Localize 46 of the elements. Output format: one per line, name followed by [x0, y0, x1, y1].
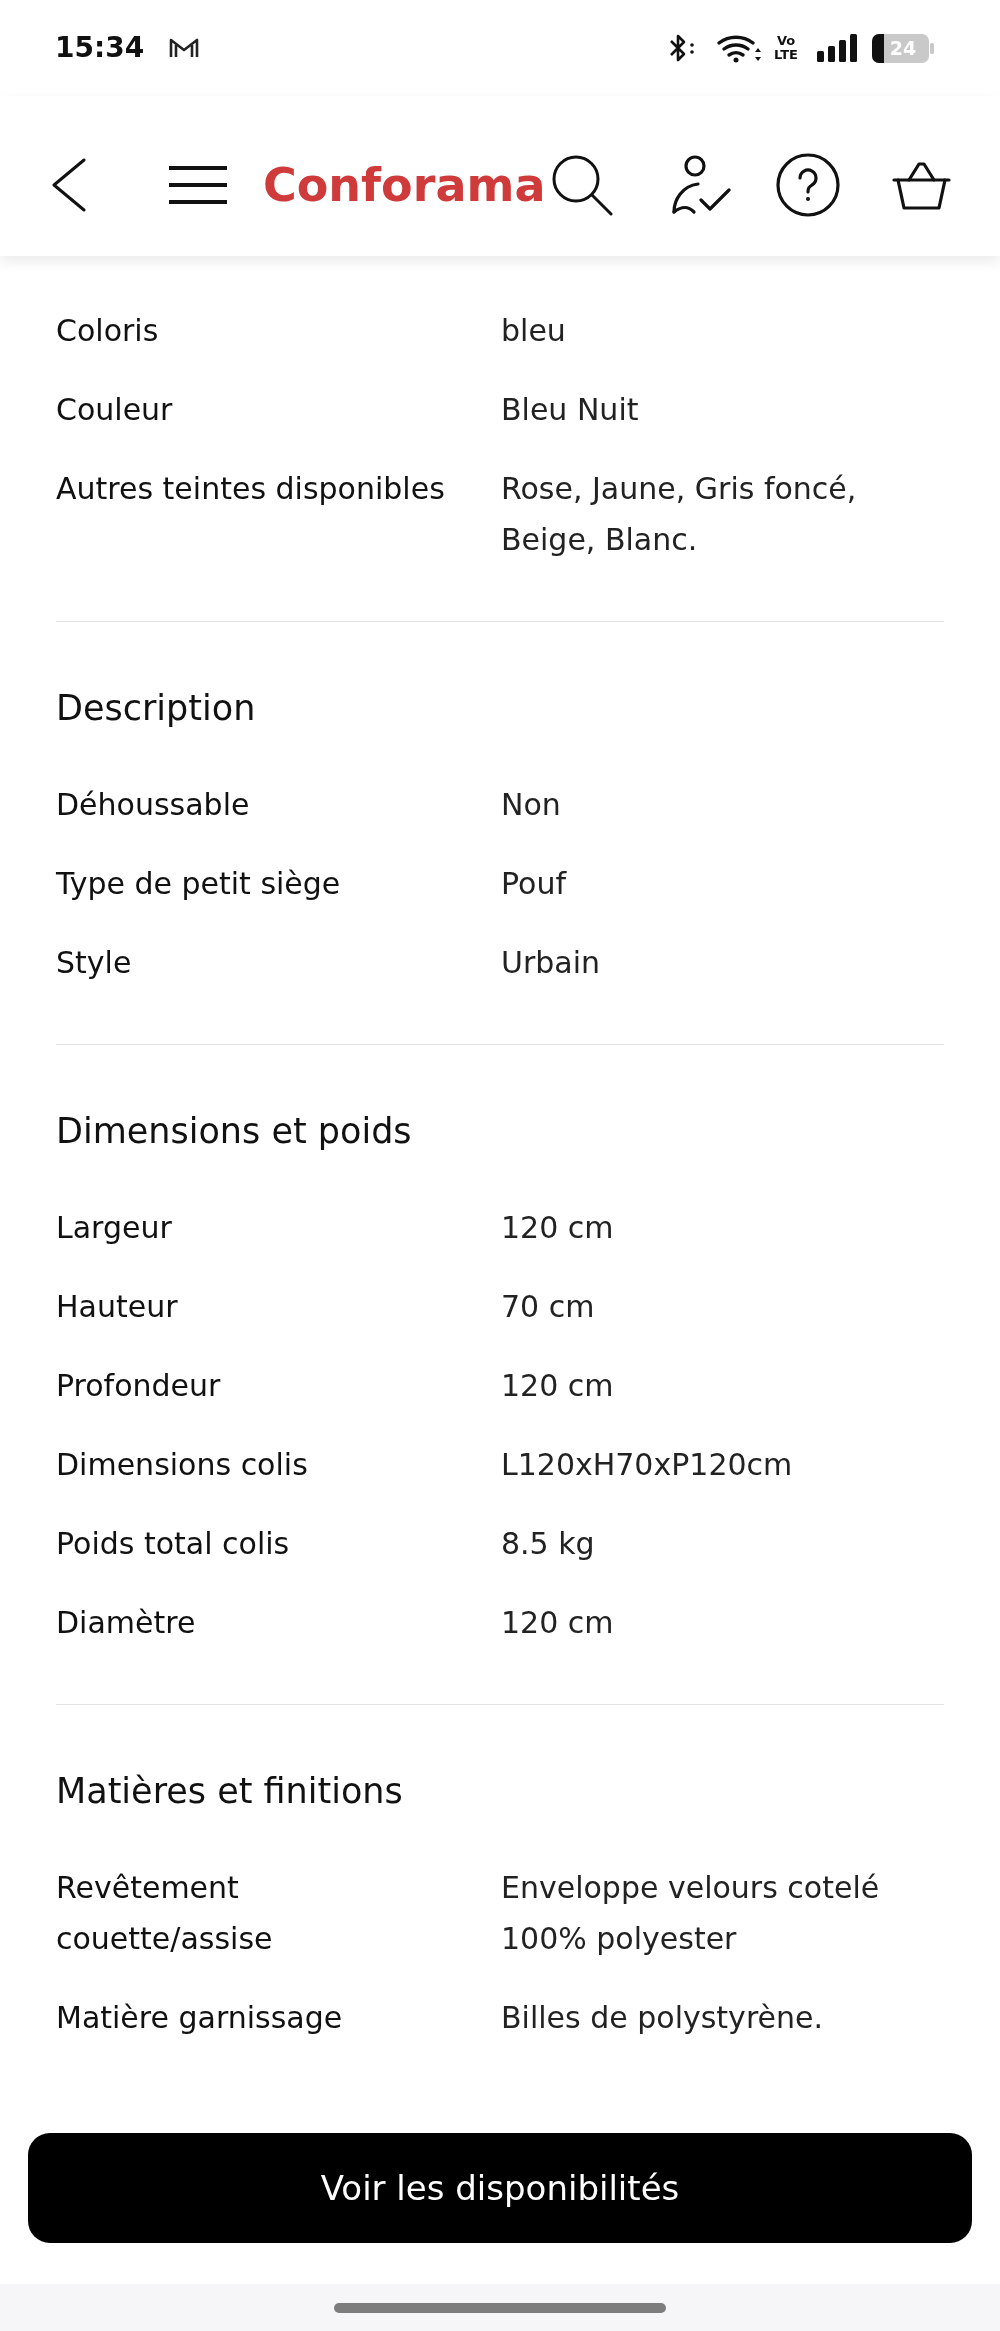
- network-type-label: Vo: [776, 34, 796, 48]
- signal-icon: [817, 34, 859, 62]
- spec-label: Couleur: [56, 391, 174, 429]
- section-title: Matières et finitions: [56, 1770, 404, 1813]
- spec-label: Style: [56, 944, 133, 982]
- spec-value: 120 cm: [501, 1604, 615, 1642]
- spec-label: Hauteur: [56, 1288, 179, 1326]
- spec-value: Pouf: [501, 865, 568, 903]
- wifi-icon: [716, 33, 764, 63]
- spec-value: bleu: [501, 312, 567, 350]
- user-check-icon[interactable]: [669, 154, 731, 216]
- spec-value: 120 cm: [501, 1367, 615, 1405]
- menu-icon[interactable]: [169, 166, 227, 204]
- spec-value: Urbain: [501, 944, 602, 982]
- spec-label: Poids total colis: [56, 1525, 291, 1563]
- spec-value: 8.5 kg: [501, 1525, 596, 1563]
- spec-label: Profondeur: [56, 1367, 222, 1405]
- basket-icon[interactable]: [892, 160, 951, 210]
- spec-label: Autres teintes disponibles: [56, 470, 446, 508]
- spec-label: Revêtement couette/assise: [56, 1869, 274, 1958]
- mail-icon: [169, 37, 200, 59]
- network-type-label: LTE: [774, 48, 798, 62]
- battery-icon: [872, 33, 934, 63]
- spec-label: Coloris: [56, 312, 160, 350]
- logo-text: Conforama: [263, 162, 546, 208]
- spec-value: L120xH70xP120cm: [501, 1446, 794, 1484]
- spec-value: 70 cm: [501, 1288, 596, 1326]
- availability-button[interactable]: Voir les disponibilités: [28, 2133, 972, 2243]
- spec-value: Bleu Nuit: [501, 391, 640, 429]
- section-title: Description: [56, 687, 257, 730]
- spec-value: Non: [501, 786, 562, 824]
- spec-value: Billes de polystyrène.: [501, 1999, 825, 2037]
- spec-label: Type de petit siège: [56, 865, 342, 903]
- spec-value: Enveloppe velours cotelé 100% polyester: [501, 1869, 881, 1958]
- spec-label: Diamètre: [56, 1604, 197, 1642]
- help-icon[interactable]: [776, 153, 840, 217]
- spec-value: Rose, Jaune, Gris foncé, Beige, Blanc.: [501, 470, 858, 559]
- section-title: Dimensions et poids: [56, 1110, 413, 1153]
- spec-label: Déhoussable: [56, 786, 251, 824]
- spec-label: Largeur: [56, 1209, 173, 1247]
- spec-label: Dimensions colis: [56, 1446, 309, 1484]
- search-icon[interactable]: [551, 154, 614, 216]
- spec-label: Matière garnissage: [56, 1999, 344, 2037]
- spec-value: 120 cm: [501, 1209, 615, 1247]
- status-time: 15:34: [55, 34, 145, 62]
- back-icon[interactable]: [52, 158, 86, 212]
